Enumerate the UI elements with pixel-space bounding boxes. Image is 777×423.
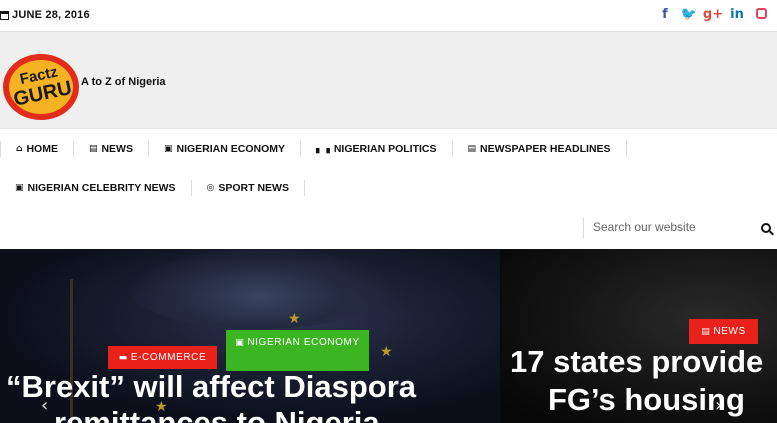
headline-line-2: remittances to Nigeria bbox=[54, 405, 380, 423]
slide-1-image-detail bbox=[130, 249, 390, 329]
chevron-left-icon[interactable]: ‹ bbox=[41, 395, 48, 416]
soccer-ball-icon: ◎ bbox=[206, 183, 215, 193]
slide-1-headline[interactable]: “Brexit” will affect Diaspora remittance… bbox=[6, 369, 417, 423]
current-date: JUNE 28, 2016 bbox=[0, 9, 90, 21]
nav-item-nigerian-politics[interactable]: ▖▗ NIGERIAN POLITICS bbox=[301, 141, 453, 157]
site-logo[interactable]: Factz GURU bbox=[2, 50, 80, 122]
newspaper-icon: ▤ bbox=[88, 144, 98, 154]
money-icon: ▣ bbox=[163, 144, 173, 154]
nav-item-news[interactable]: ▤ NEWS bbox=[74, 141, 149, 157]
calendar-icon bbox=[0, 10, 9, 20]
camera-icon: ▣ bbox=[15, 183, 24, 193]
nav-item-label: NIGERIAN CELEBRITY NEWS bbox=[27, 182, 176, 194]
nav-item-label: HOME bbox=[26, 143, 58, 155]
headline-line-1: “Brexit” will affect Diaspora bbox=[6, 369, 417, 404]
tag-label: NIGERIAN ECONOMY bbox=[247, 337, 360, 348]
facebook-icon[interactable]: f bbox=[653, 7, 677, 22]
search-box bbox=[583, 217, 777, 239]
search-icon[interactable] bbox=[761, 223, 771, 233]
top-bar: JUNE 28, 2016 f 🐦 g+ in bbox=[0, 0, 777, 32]
social-links: f 🐦 g+ in bbox=[653, 7, 773, 22]
google-plus-icon[interactable]: g+ bbox=[701, 7, 725, 22]
home-icon: ⌂ bbox=[16, 144, 23, 154]
featured-slider: ★ ★ ★ ▬ E-COMMERCE ▣ NIGERIAN ECONOMY ▤ NEW… bbox=[0, 249, 777, 423]
chevron-right-icon[interactable]: › bbox=[715, 395, 722, 416]
cart-icon: ▬ bbox=[118, 353, 128, 363]
instagram-icon[interactable] bbox=[749, 7, 773, 22]
nav-item-label: NEWSPAPER HEADLINES bbox=[480, 143, 611, 155]
main-navigation: ⌂ HOME ▤ NEWS ▣ NIGERIAN ECONOMY ▖▗ NIGE… bbox=[0, 129, 777, 249]
nav-item-nigerian-celebrity-news[interactable]: ▣ NIGERIAN CELEBRITY NEWS bbox=[0, 180, 192, 196]
category-tag-news[interactable]: ▤ NEWS bbox=[689, 319, 758, 344]
linkedin-icon[interactable]: in bbox=[725, 7, 749, 22]
headline-line-1: 17 states provide bbox=[510, 344, 764, 379]
search-input[interactable] bbox=[593, 220, 753, 234]
institution-icon: ▖▗ bbox=[316, 144, 330, 154]
nav-item-nigerian-economy[interactable]: ▣ NIGERIAN ECONOMY bbox=[149, 141, 301, 157]
star-icon: ★ bbox=[288, 311, 301, 327]
tag-label: E-COMMERCE bbox=[130, 352, 207, 363]
newspaper-icon: ▤ bbox=[467, 144, 477, 154]
category-tag-nigerian-economy[interactable]: ▣ NIGERIAN ECONOMY bbox=[226, 330, 369, 371]
nav-item-label: NIGERIAN ECONOMY bbox=[176, 143, 285, 155]
money-icon: ▣ bbox=[235, 338, 245, 348]
nav-item-home[interactable]: ⌂ HOME bbox=[0, 141, 74, 157]
category-tag-ecommerce[interactable]: ▬ E-COMMERCE bbox=[108, 346, 217, 369]
tag-label: NEWS bbox=[713, 326, 746, 337]
nav-item-label: NEWS bbox=[101, 143, 133, 155]
nav-item-label: SPORT NEWS bbox=[218, 182, 289, 194]
nav-row-1: ⌂ HOME ▤ NEWS ▣ NIGERIAN ECONOMY ▖▗ NIGE… bbox=[0, 139, 627, 159]
nav-item-sport-news[interactable]: ◎ SPORT NEWS bbox=[192, 180, 305, 196]
slide-divider bbox=[500, 249, 502, 423]
nav-item-label: NIGERIAN POLITICS bbox=[333, 143, 437, 155]
newspaper-icon: ▤ bbox=[701, 327, 711, 337]
slide-2-headline[interactable]: 17 states provide FG’s housing bbox=[510, 343, 764, 417]
twitter-icon[interactable]: 🐦 bbox=[677, 7, 701, 22]
nav-item-newspaper-headlines[interactable]: ▤ NEWSPAPER HEADLINES bbox=[453, 141, 627, 157]
site-header: Factz GURU A to Z of Nigeria bbox=[0, 32, 777, 129]
site-tagline: A to Z of Nigeria bbox=[81, 76, 166, 88]
star-icon: ★ bbox=[380, 344, 393, 360]
date-text: JUNE 28, 2016 bbox=[12, 9, 90, 21]
nav-row-2: ▣ NIGERIAN CELEBRITY NEWS ◎ SPORT NEWS bbox=[0, 178, 305, 198]
